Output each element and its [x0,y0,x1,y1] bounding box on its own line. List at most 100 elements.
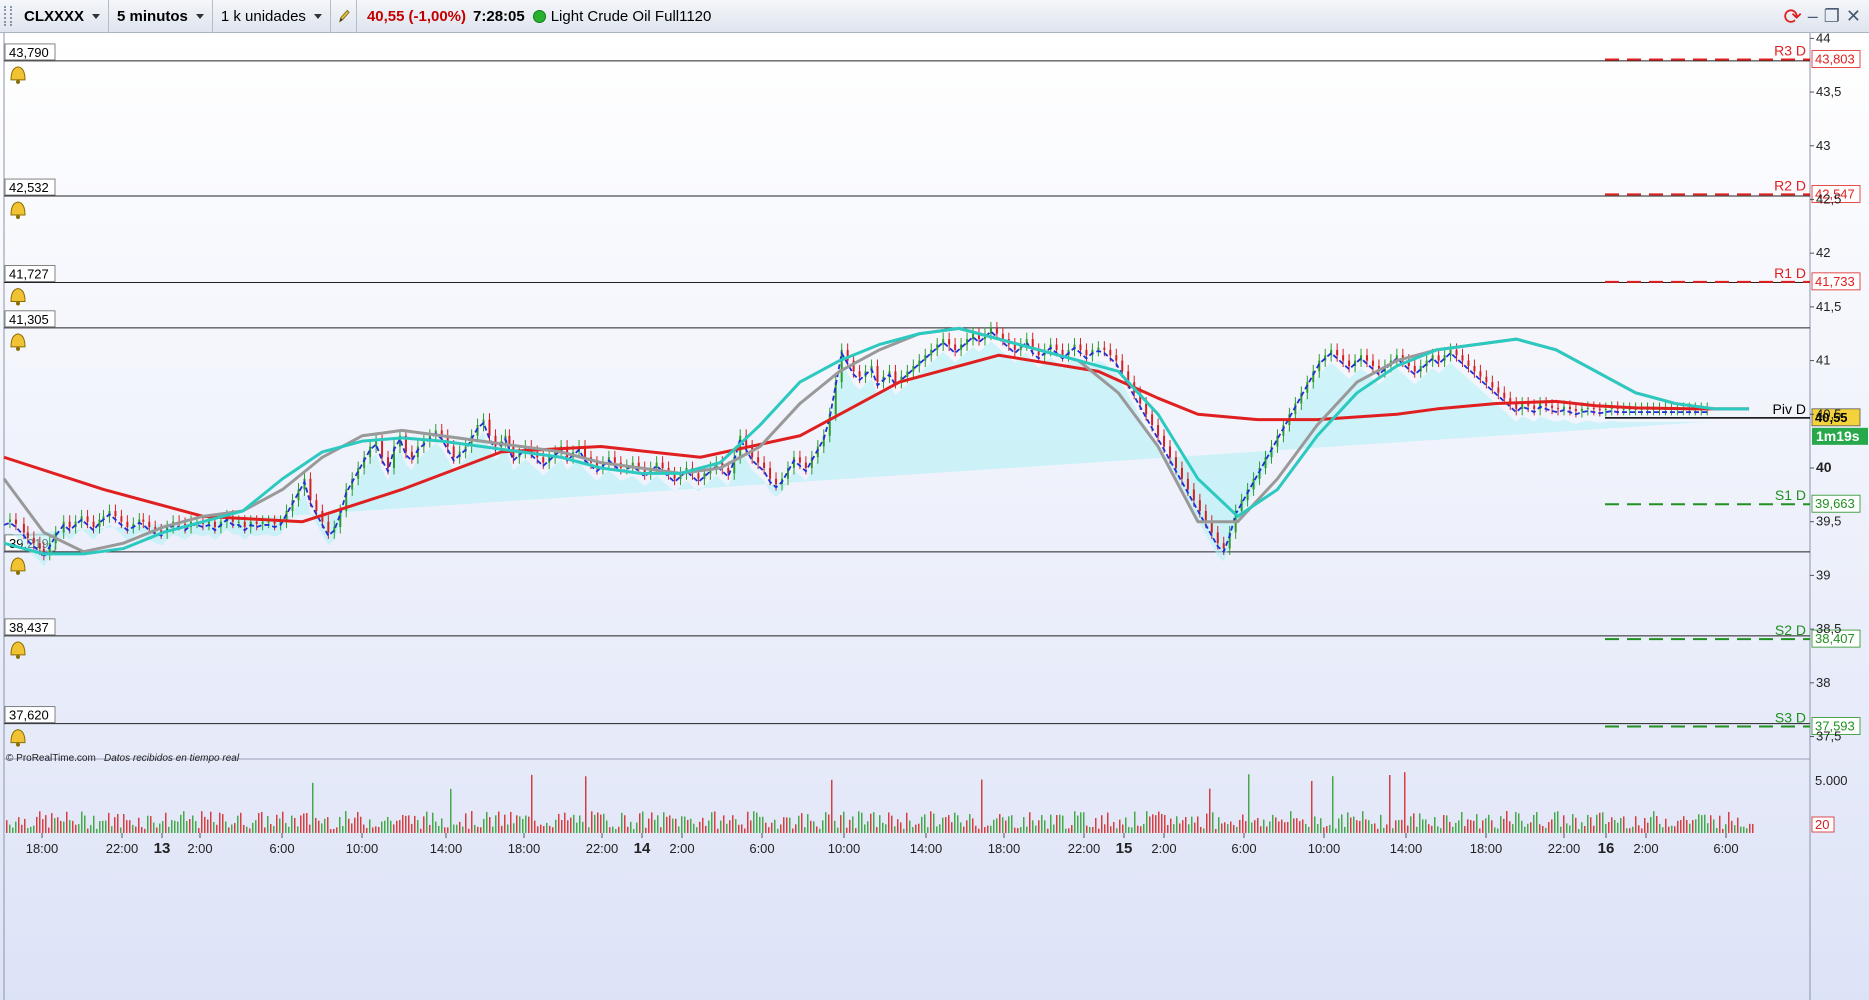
volume-bar [1206,813,1208,833]
volume-bar [96,828,98,833]
volume-bar [1212,812,1214,833]
close-icon[interactable]: ✕ [1846,6,1861,27]
volume-bar [1581,822,1583,833]
volume-bar [768,827,770,833]
volume-bar [273,826,275,833]
volume-bar [399,820,401,833]
volume-bar [924,814,926,833]
volume-bar [144,828,146,833]
candle-body [1174,457,1177,468]
volume-bar [1674,826,1676,833]
volume-bar [429,824,431,833]
volume-bar [948,815,950,833]
volume-bar [531,774,533,833]
volume-bar [282,811,284,833]
status-dot-icon [532,9,546,23]
candle-body [1198,500,1201,511]
volume-bar [783,817,785,833]
volume-bar [1419,813,1421,833]
volume-bar [1572,814,1574,833]
volume-bar [849,819,851,833]
volume-bar [324,818,326,833]
timeframe-selector[interactable]: 5 minutos [109,0,213,33]
pencil-icon [338,9,350,23]
volume-bar [192,815,194,833]
volume-bar [1080,812,1082,833]
volume-bar [468,828,470,833]
volume-bar [1668,826,1670,833]
volume-bar [1557,811,1559,833]
candle-body [912,365,915,372]
volume-bar [1704,814,1706,833]
volume-bar [288,826,290,833]
volume-bar [1047,828,1049,833]
symbol-selector[interactable]: CLXXXX [16,0,110,33]
toolbar-grip-handle[interactable] [0,0,16,33]
volume-bar [1488,814,1490,833]
time-tick-label: 18:00 [26,841,59,856]
time-tick-label: 14:00 [910,841,943,856]
volume-bar [1440,828,1442,833]
minimize-icon[interactable]: – [1808,6,1818,27]
volume-bar [1059,814,1061,833]
volume-bar [786,817,788,833]
price-chart[interactable]: 43,79042,53241,72741,30539,21938,43737,6… [0,33,1869,1000]
volume-bar [1083,812,1085,833]
volume-bar [762,816,764,833]
volume-bar [1191,816,1193,833]
volume-bar [1539,824,1541,833]
volume-bar [69,820,71,833]
restore-icon[interactable]: ❐ [1824,6,1840,27]
time-tick-label: 14:00 [430,841,463,856]
volume-bar [1413,813,1415,833]
volume-bar [1701,815,1703,833]
candle-body [1336,349,1339,356]
volume-bar [1377,828,1379,833]
volume-bar [1272,814,1274,833]
volume-bar [405,815,407,833]
candle-body [1479,371,1482,377]
candle-body [1568,406,1571,409]
volume-bar [1698,814,1700,833]
volume-bar [420,828,422,833]
volume-bar [1287,821,1289,833]
candle-body [68,521,71,528]
volume-bar [1716,827,1718,833]
candle-body [1204,510,1207,522]
draw-tool-button[interactable] [331,0,357,33]
candle-body [14,519,17,524]
volume-bar [231,824,233,833]
volume-bar [1128,826,1130,833]
volume-bar [252,822,254,833]
volume-bar [45,815,47,833]
volume-bar [1113,822,1115,833]
candle-body [948,339,951,345]
volume-bar [1302,819,1304,833]
volume-bar [1638,825,1640,833]
level-label: 42,532 [9,180,49,195]
volume-bar [1248,774,1250,833]
volume-bar [978,828,980,833]
time-tick-label: 22:00 [586,841,619,856]
volume-bar [1038,820,1040,833]
volume-bar [894,826,896,833]
volume-bar [1731,820,1733,833]
volume-bar [1749,823,1751,833]
volume-bar [705,825,707,833]
alert-bell-icon [16,301,20,306]
volume-bar [996,818,998,833]
volume-bar [162,821,164,833]
volume-bar [357,811,359,833]
refresh-icon[interactable]: ⟳ [1783,4,1801,30]
volume-bar [402,814,404,833]
volume-bar [276,814,278,833]
volume-bar [1149,816,1151,833]
volume-bar [1092,827,1094,833]
volume-bar [1500,816,1502,833]
volume-bar [1752,823,1754,833]
volume-bar [201,811,203,833]
units-selector[interactable]: 1 k unidades [213,0,331,33]
volume-bar [834,820,836,833]
volume-bar [1053,824,1055,833]
volume-bar [729,820,731,833]
